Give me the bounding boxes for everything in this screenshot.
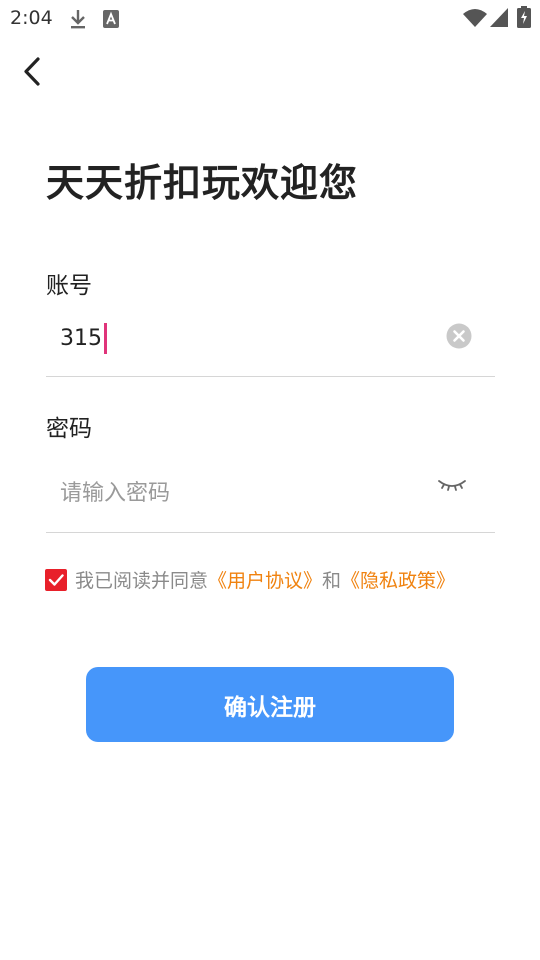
download-icon — [71, 10, 85, 29]
account-value-text: 315 — [60, 325, 102, 351]
password-input[interactable]: 请输入密码 — [46, 455, 495, 533]
confirm-register-button[interactable]: 确认注册 — [86, 667, 454, 742]
chevron-left-icon — [24, 57, 40, 86]
agreement-connector: 和 — [322, 570, 342, 592]
password-placeholder: 请输入密码 — [60, 481, 171, 506]
wifi-icon — [463, 9, 487, 27]
status-time: 2:04 — [10, 7, 53, 29]
register-screen: 2:04 天天折扣玩欢迎您 账号 315 密码 请输入密码 我已阅读并同意 《用… — [0, 0, 540, 960]
battery-charging-icon — [517, 6, 531, 28]
password-label: 密码 — [46, 416, 92, 442]
user-agreement-link[interactable]: 《用户协议》 — [208, 566, 322, 593]
checkmark-icon — [48, 573, 64, 586]
clear-circle-icon[interactable] — [446, 323, 472, 349]
eye-closed-icon[interactable] — [437, 475, 467, 495]
agreement-checkbox[interactable] — [45, 568, 67, 591]
text-caret — [104, 322, 107, 354]
back-button[interactable] — [14, 52, 54, 92]
a-icon — [103, 10, 119, 28]
account-input[interactable]: 315 — [46, 310, 495, 377]
agreement-row: 我已阅读并同意 《用户协议》 和 《隐私政策》 — [45, 566, 455, 593]
page-title: 天天折扣玩欢迎您 — [46, 161, 359, 205]
privacy-policy-link[interactable]: 《隐私政策》 — [341, 566, 455, 593]
agreement-prefix: 我已阅读并同意 — [75, 570, 209, 592]
account-input-value[interactable]: 315 — [60, 322, 107, 354]
status-bar: 2:04 — [0, 0, 540, 36]
account-label: 账号 — [46, 273, 92, 299]
signal-icon — [490, 8, 508, 27]
